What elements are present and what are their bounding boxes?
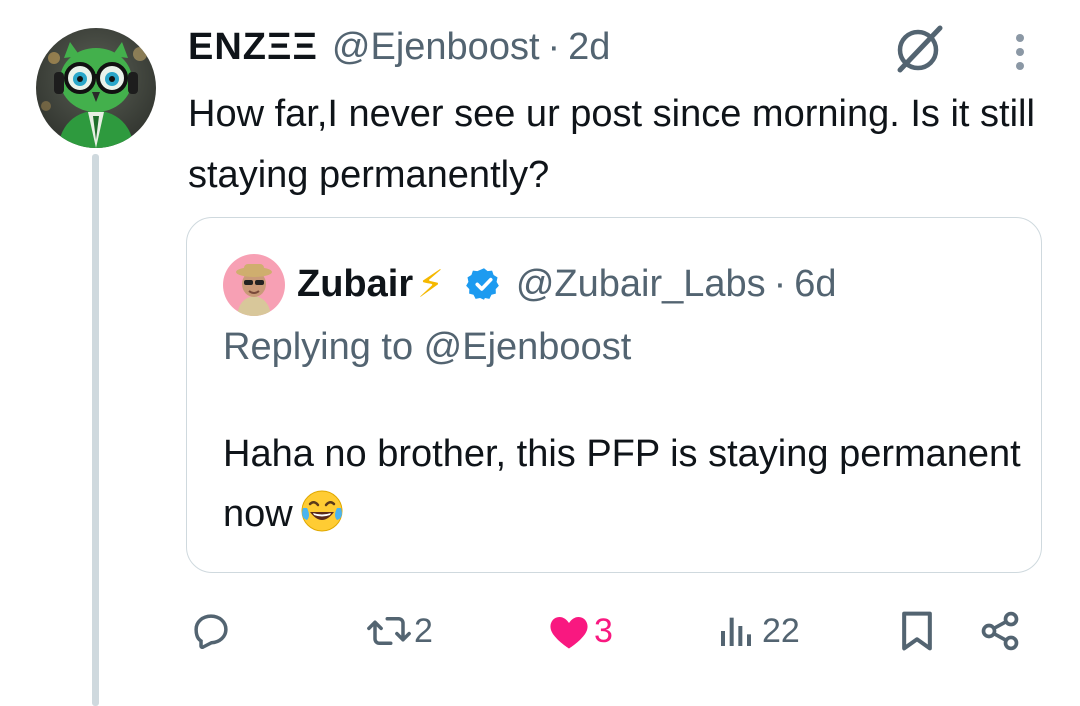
tweet-timestamp[interactable]: 2d: [568, 26, 610, 69]
more-icon[interactable]: [1006, 30, 1034, 74]
like-icon: [548, 611, 590, 651]
share-icon: [978, 609, 1022, 653]
reply-button[interactable]: [190, 608, 232, 654]
views-button[interactable]: 22: [716, 608, 800, 654]
header-separator: ·: [547, 25, 561, 68]
views-count: 22: [762, 611, 800, 650]
quoted-tweet-card[interactable]: Zubair ⚡ @Zubair_Labs · 6d Replying to @…: [186, 217, 1042, 573]
bookmark-button[interactable]: [898, 608, 936, 654]
quote-author-handle[interactable]: @Zubair_Labs: [516, 263, 766, 306]
author-handle[interactable]: @Ejenboost: [332, 26, 540, 69]
tweet-text: How far,I never see ur post since mornin…: [188, 93, 1035, 196]
grok-icon[interactable]: [892, 24, 946, 74]
replying-to[interactable]: Replying to @Ejenboost: [223, 326, 631, 369]
repost-icon: [366, 610, 412, 652]
verified-icon: [465, 266, 502, 302]
views-icon: [716, 611, 756, 651]
thread-line: [92, 154, 99, 706]
bookmark-icon: [898, 609, 936, 653]
author-avatar[interactable]: [36, 28, 156, 148]
like-button[interactable]: 3: [548, 608, 613, 654]
quote-text: Haha no brother, this PFP is staying per…: [223, 424, 1023, 544]
quote-author-name[interactable]: Zubair: [297, 263, 413, 306]
repost-count: 2: [414, 611, 433, 650]
quote-header: Zubair ⚡ @Zubair_Labs · 6d: [297, 258, 837, 310]
author-name[interactable]: ENZΞΞ: [188, 26, 318, 69]
laughing-tears-emoji: [299, 488, 345, 534]
share-button[interactable]: [978, 608, 1022, 654]
repost-button[interactable]: 2: [366, 608, 433, 654]
like-count: 3: [594, 611, 613, 650]
lightning-emoji: ⚡: [417, 263, 444, 306]
tweet-header: ENZΞΞ @Ejenboost · 2d: [188, 22, 610, 72]
reply-icon: [190, 610, 232, 652]
quote-separator: ·: [773, 262, 787, 305]
quote-author-avatar[interactable]: [223, 254, 285, 316]
quote-timestamp[interactable]: 6d: [794, 263, 836, 306]
